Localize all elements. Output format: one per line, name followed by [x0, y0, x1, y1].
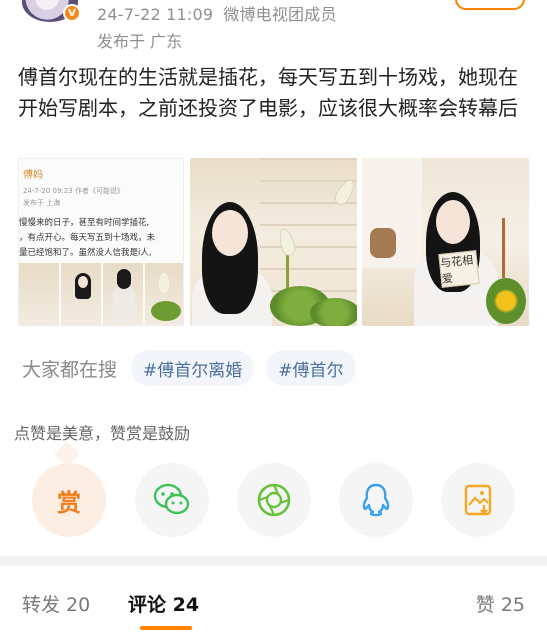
qq-icon [362, 483, 390, 517]
embedded-line: 量已经饱和了。虽然没人信我是i人, [19, 248, 152, 258]
wechat-share-button[interactable] [135, 463, 209, 537]
search-tag[interactable]: #傅首尔 [266, 350, 356, 386]
section-divider [0, 556, 547, 566]
person-face [212, 210, 248, 256]
person-face [436, 200, 470, 244]
save-image-button[interactable] [441, 463, 515, 537]
post-location: 发布于 广东 [97, 32, 183, 51]
active-tab-indicator [140, 626, 192, 630]
post-header: V 24-7-22 11:09 微博电视团成员 发布于 广东 [0, 0, 547, 56]
post-image-3[interactable]: 与花相爱 [362, 158, 529, 326]
verified-badge-icon: V [63, 4, 81, 22]
tab-comments[interactable]: 评论 24 [128, 590, 199, 617]
embedded-body: 慢慢来的日子，甚至有时间学插花, ，有点开心。每天写五到十场戏，未 量已经饱和了… [19, 216, 183, 261]
post-image-1[interactable]: 傅妈 24-7-20 09:23 作者《可能说》 发布于 上海 慢慢来的日子，甚… [18, 158, 184, 326]
window-screen [260, 158, 357, 298]
search-label: 大家都在搜 [22, 358, 118, 381]
embedded-thumbnail [103, 263, 143, 325]
user-badge-label: 微博电视团成员 [223, 5, 337, 24]
embedded-thumbnail [145, 263, 183, 325]
share-actions: 赏 [0, 460, 547, 540]
flower-stem [502, 218, 505, 278]
follow-button[interactable] [455, 0, 525, 10]
moments-share-button[interactable] [237, 463, 311, 537]
qq-share-button[interactable] [339, 463, 413, 537]
embedded-author-name: 傅妈 [23, 170, 43, 181]
handheld-sign: 与花相爱 [438, 250, 480, 288]
weibo-post-page: V 24-7-22 11:09 微博电视团成员 发布于 广东 傅首尔现在的生活就是… [0, 0, 547, 640]
trending-search-row: 大家都在搜 #傅首尔离婚 #傅首尔 [22, 350, 368, 386]
moments-icon [257, 483, 291, 517]
post-tabs: 转发 20 评论 24 赞 25 [0, 578, 547, 630]
tab-likes[interactable]: 赞 25 [476, 590, 525, 617]
embedded-line: 慢慢来的日子，甚至有时间学插花, [19, 218, 150, 228]
embedded-thumbnail [61, 263, 101, 325]
lotus-leaf [310, 298, 357, 326]
reward-icon: 赏 [57, 488, 81, 517]
search-tag[interactable]: #傅首尔离婚 [131, 350, 255, 386]
sunflower [486, 278, 526, 324]
embedded-meta: 24-7-20 09:23 作者《可能说》 [23, 187, 124, 195]
tab-repost[interactable]: 转发 20 [22, 590, 90, 617]
wechat-icon [153, 483, 190, 515]
post-text: 傅首尔现在的生活就是插花，每天写五到十场戏，她现在开始写剧本，之前还投资了电影，… [18, 65, 518, 120]
save-image-icon [464, 484, 492, 516]
post-meta: 24-7-22 11:09 微博电视团成员 [97, 1, 347, 25]
reward-hint: 点赞是美意，赞赏是鼓励 [14, 424, 191, 443]
post-time: 24-7-22 11:09 [97, 5, 214, 24]
flower-vase [370, 228, 396, 258]
embedded-line: ，有点开心。每天写五到十场戏，未 [19, 233, 156, 243]
post-image-2[interactable] [190, 158, 357, 326]
embedded-location: 发布于 上海 [23, 199, 61, 207]
embedded-thumbnail [19, 263, 59, 325]
reward-button[interactable]: 赏 [32, 463, 106, 537]
